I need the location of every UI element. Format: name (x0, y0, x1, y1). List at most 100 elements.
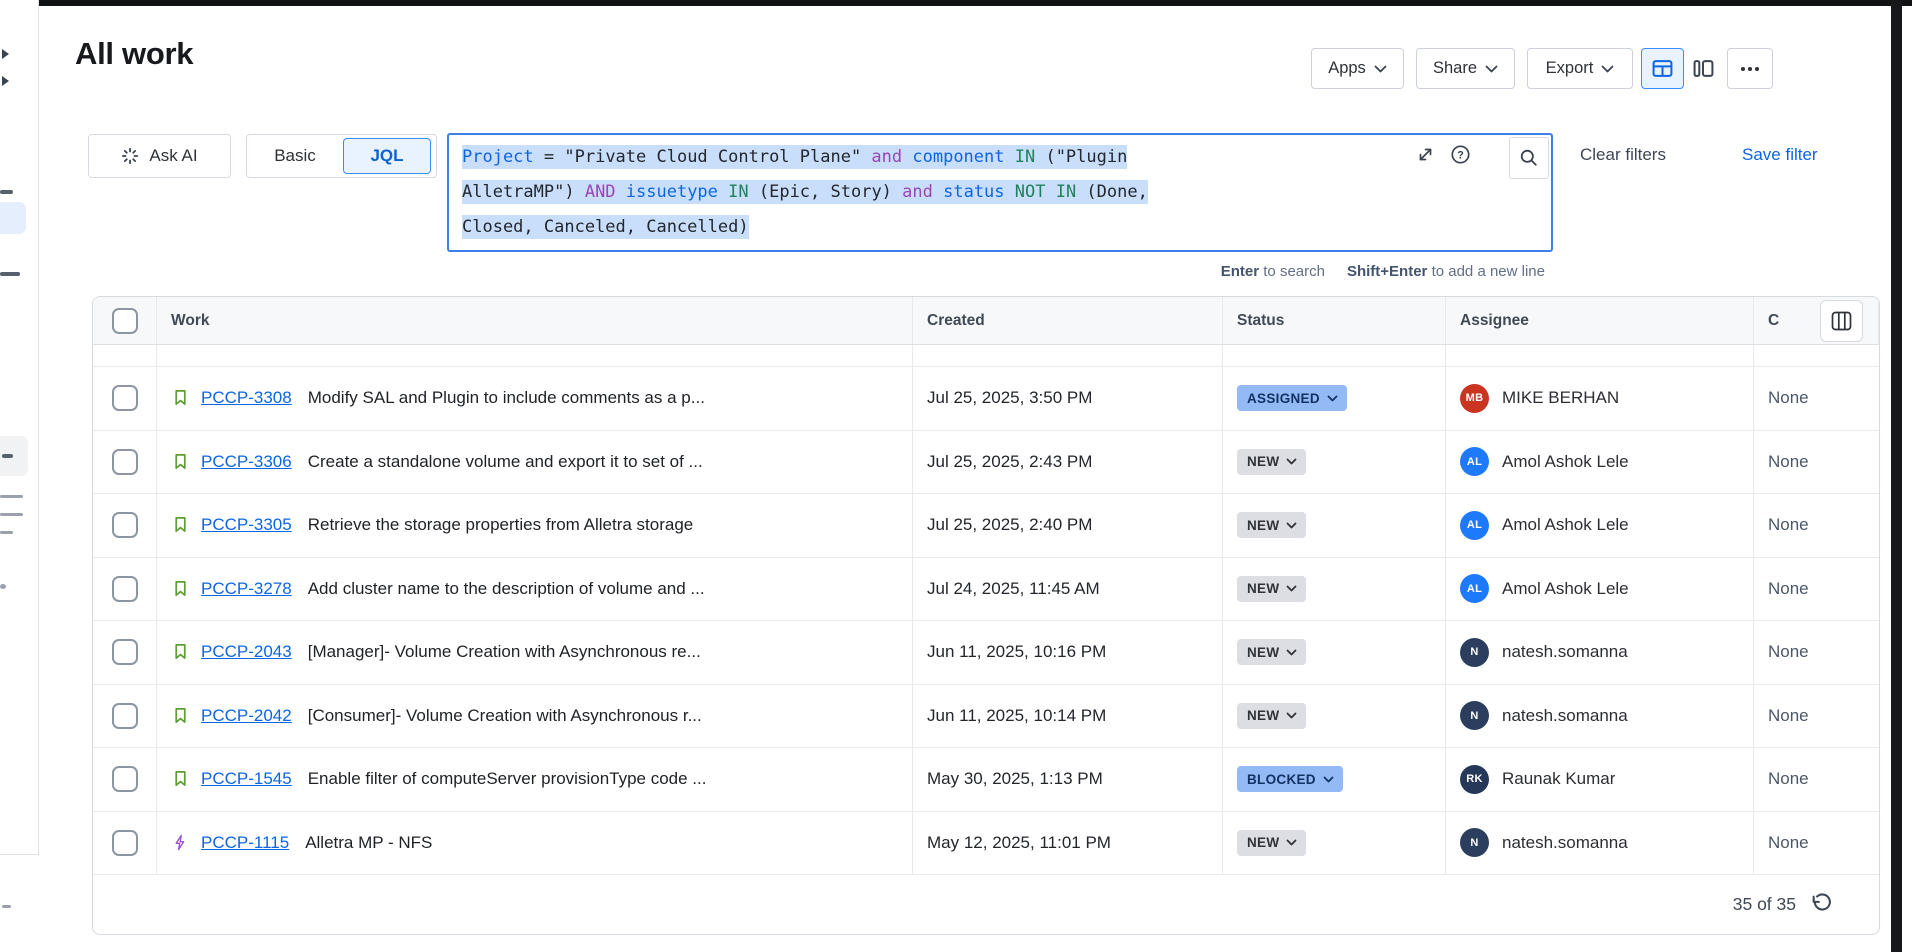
status-badge[interactable]: NEW (1237, 830, 1306, 856)
hint-enter-text: to search (1259, 263, 1325, 280)
issue-summary[interactable]: Retrieve the storage properties from All… (308, 515, 694, 535)
share-button[interactable]: Share (1416, 48, 1515, 89)
detail-view-toggle-button[interactable] (1693, 58, 1714, 84)
issue-key-link[interactable]: PCCP-2042 (201, 706, 292, 726)
clear-filters-button[interactable]: Clear filters (1580, 145, 1666, 165)
issue-key-link[interactable]: PCCP-3306 (201, 452, 292, 472)
status-badge[interactable]: BLOCKED (1237, 766, 1343, 792)
assignee-name: Amol Ashok Lele (1502, 579, 1629, 599)
save-filter-button[interactable]: Save filter (1742, 145, 1818, 165)
jql-selection: Project = "Private Cloud Control Plane" … (462, 145, 1127, 169)
issue-key-link[interactable]: PCCP-3278 (201, 579, 292, 599)
basic-mode-button[interactable]: Basic (247, 135, 343, 177)
sidebar-fragment (0, 584, 6, 589)
export-button[interactable]: Export (1527, 48, 1633, 89)
created-cell: May 12, 2025, 11:01 PM (913, 812, 1223, 875)
row-checkbox[interactable] (112, 639, 138, 665)
avatar[interactable]: N (1460, 638, 1489, 667)
jql-editor-text[interactable]: Project = "Private Cloud Control Plane" … (462, 140, 1148, 245)
jql-mode-button[interactable]: JQL (343, 138, 431, 174)
row-checkbox[interactable] (112, 766, 138, 792)
apps-button-label: Apps (1328, 59, 1366, 78)
row-checkbox[interactable] (112, 576, 138, 602)
jql-token: component (912, 147, 1004, 167)
status-badge[interactable]: NEW (1237, 449, 1306, 475)
issue-summary[interactable]: Create a standalone volume and export it… (308, 452, 703, 472)
run-search-button[interactable] (1509, 137, 1549, 179)
issue-key-link[interactable]: PCCP-1115 (201, 833, 289, 853)
row-checkbox[interactable] (112, 385, 138, 411)
jql-token: Project (462, 147, 534, 167)
assignee-cell: Nnatesh.somanna (1446, 621, 1754, 684)
chevron-right-icon[interactable] (2, 49, 9, 59)
more-options-button[interactable] (1727, 48, 1773, 89)
column-header-assignee[interactable]: Assignee (1446, 297, 1754, 344)
row-checkbox[interactable] (112, 449, 138, 475)
status-badge[interactable]: NEW (1237, 639, 1306, 665)
assignee-cell: ALAmol Ashok Lele (1446, 431, 1754, 494)
column-header-work[interactable]: Work (157, 297, 913, 344)
avatar[interactable]: MB (1460, 384, 1489, 413)
issue-key-link[interactable]: PCCP-2043 (201, 642, 292, 662)
ask-ai-button[interactable]: Ask AI (88, 134, 231, 178)
status-badge[interactable]: ASSIGNED (1237, 385, 1347, 411)
configure-columns-button[interactable] (1820, 300, 1863, 342)
chevron-down-icon (1485, 65, 1498, 73)
status-badge[interactable]: NEW (1237, 703, 1306, 729)
issue-key-link[interactable]: PCCP-1545 (201, 769, 292, 789)
issue-summary[interactable]: [Manager]- Volume Creation with Asynchro… (308, 642, 701, 662)
list-view-toggle-button[interactable] (1641, 48, 1684, 89)
row-checkbox[interactable] (112, 830, 138, 856)
created-cell: Jul 25, 2025, 2:40 PM (913, 494, 1223, 557)
column-header-created[interactable]: Created (913, 297, 1223, 344)
issue-summary[interactable]: Alletra MP - NFS (305, 833, 432, 853)
avatar[interactable]: AL (1460, 574, 1489, 603)
work-cell: PCCP-3305 Retrieve the storage properties… (157, 494, 913, 557)
table-footer: 35 of 35 (93, 875, 1879, 933)
export-button-label: Export (1546, 59, 1594, 78)
avatar[interactable]: N (1460, 828, 1489, 857)
jql-token: = (534, 147, 565, 167)
status-cell: NEW (1223, 685, 1446, 748)
select-all-checkbox[interactable] (112, 308, 138, 334)
avatar[interactable]: RK (1460, 765, 1489, 794)
avatar[interactable]: AL (1460, 447, 1489, 476)
jql-token: issuetype (626, 182, 718, 202)
status-cell: ASSIGNED (1223, 367, 1446, 430)
jql-line: AlletraMP") AND issuetype IN (Epic, Stor… (462, 175, 1148, 210)
story-icon (171, 452, 191, 472)
avatar[interactable]: AL (1460, 511, 1489, 540)
issue-summary[interactable]: Add cluster name to the description of v… (308, 579, 705, 599)
status-cell: BLOCKED (1223, 748, 1446, 811)
extra-cell: None (1754, 367, 1879, 430)
column-header-status[interactable]: Status (1223, 297, 1446, 344)
share-button-label: Share (1433, 59, 1477, 78)
status-badge[interactable]: NEW (1237, 576, 1306, 602)
jql-query-input[interactable]: Project = "Private Cloud Control Plane" … (447, 133, 1553, 252)
issue-key-link[interactable]: PCCP-3308 (201, 388, 292, 408)
chevron-right-icon[interactable] (2, 76, 9, 86)
refresh-button[interactable] (1810, 893, 1833, 916)
story-icon (171, 515, 191, 535)
work-cell: PCCP-3306 Create a standalone volume and … (157, 431, 913, 494)
avatar[interactable]: N (1460, 701, 1489, 730)
created-cell: Jun 11, 2025, 10:16 PM (913, 621, 1223, 684)
row-checkbox[interactable] (112, 703, 138, 729)
syntax-help-button[interactable]: ? (1450, 144, 1471, 170)
issue-key-link[interactable]: PCCP-3305 (201, 515, 292, 535)
refresh-icon (1810, 893, 1833, 916)
assignee-cell: MBMIKE BERHAN (1446, 367, 1754, 430)
issue-summary[interactable]: [Consumer]- Volume Creation with Asynchr… (308, 706, 702, 726)
jql-token: "Private Cloud Control Plane" (564, 147, 861, 167)
apps-button[interactable]: Apps (1311, 48, 1404, 89)
sidebar-fragment (2, 905, 11, 908)
issue-summary[interactable]: Enable filter of computeServer provision… (308, 769, 707, 789)
work-cell: PCCP-1545 Enable filter of computeServer … (157, 748, 913, 811)
row-checkbox[interactable] (112, 512, 138, 538)
expand-editor-button[interactable] (1416, 145, 1435, 169)
page-title: All work (75, 36, 193, 72)
sidebar-item-selected[interactable] (0, 202, 26, 234)
sidebar-fragment (0, 495, 23, 498)
issue-summary[interactable]: Modify SAL and Plugin to include comment… (308, 388, 705, 408)
status-badge[interactable]: NEW (1237, 512, 1306, 538)
